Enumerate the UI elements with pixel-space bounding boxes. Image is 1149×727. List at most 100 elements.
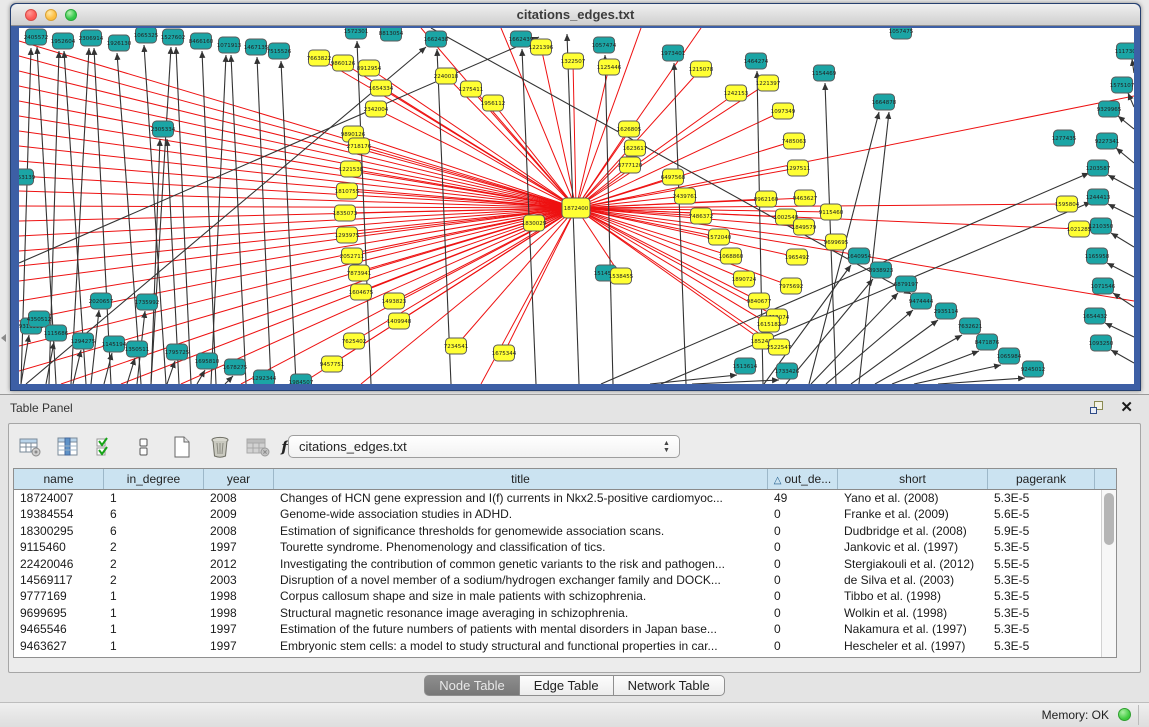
cell-pagerank: 5.3E-5 bbox=[988, 605, 1095, 621]
scrollbar-thumb[interactable] bbox=[1104, 493, 1114, 545]
window-titlebar[interactable]: citations_edges.txt bbox=[11, 4, 1140, 26]
graph-node-label: 1057474 bbox=[592, 43, 617, 49]
delete-button[interactable] bbox=[207, 435, 233, 459]
graph-node-label: 1071546 bbox=[1091, 284, 1116, 290]
column-header-name[interactable]: name bbox=[14, 469, 104, 489]
cell-short: Wolkin et al. (1998) bbox=[838, 605, 988, 621]
cell-in_degree: 6 bbox=[104, 523, 204, 539]
cell-title: Estimation of significance thresholds fo… bbox=[274, 523, 768, 539]
column-header-out_degree[interactable]: △out_de... bbox=[768, 469, 838, 489]
table-row[interactable]: 1830029562008Estimation of significance … bbox=[14, 523, 1101, 539]
graph-node-label: 7625402 bbox=[342, 339, 367, 345]
table-row[interactable]: 946554611997Estimation of the future num… bbox=[14, 621, 1101, 637]
graph-node-label: 2718176 bbox=[347, 144, 372, 150]
table-settings-button[interactable] bbox=[17, 435, 43, 459]
table-row[interactable]: 1938455462009Genome-wide association stu… bbox=[14, 506, 1101, 522]
table-row[interactable]: 977716911998Corpus callosum shape and si… bbox=[14, 588, 1101, 604]
vertical-scrollbar[interactable] bbox=[1101, 490, 1116, 657]
cell-short: Nakamura et al. (1997) bbox=[838, 621, 988, 637]
cell-in_degree: 2 bbox=[104, 572, 204, 588]
graph-node-label: 8912954 bbox=[357, 66, 382, 72]
graph-node-label: 1538455 bbox=[609, 274, 634, 280]
cell-in_degree: 1 bbox=[104, 588, 204, 604]
graph-node-label: 7486372 bbox=[689, 214, 714, 220]
table-panel-header: Table Panel ✕ bbox=[0, 395, 1149, 421]
table-row[interactable]: 969969511998Structural magnetic resonanc… bbox=[14, 605, 1101, 621]
cell-year: 1997 bbox=[204, 638, 274, 654]
table-row[interactable]: 2242004622012Investigating the contribut… bbox=[14, 556, 1101, 572]
graph-node-label: 1293975 bbox=[335, 233, 360, 239]
graph-node-label: 9890126 bbox=[341, 132, 366, 138]
graph-node-label: 1956112 bbox=[481, 101, 506, 107]
table-body: 1872400712008Changes of HCN gene express… bbox=[14, 490, 1101, 657]
table-dropdown-value: citations_edges.txt bbox=[299, 439, 407, 454]
show-column-button[interactable] bbox=[55, 435, 81, 459]
column-header-year[interactable]: year bbox=[204, 469, 274, 489]
table-dropdown[interactable]: citations_edges.txt ▲▼ bbox=[288, 435, 680, 458]
cell-year: 2008 bbox=[204, 490, 274, 506]
graph-node-label: 2405572 bbox=[24, 35, 49, 41]
graph-node-label: 1849579 bbox=[792, 225, 817, 231]
column-header-pagerank[interactable]: pagerank bbox=[988, 469, 1095, 489]
tab-edge-table[interactable]: Edge Table bbox=[520, 675, 614, 696]
graph-node-label: 9860126 bbox=[331, 61, 356, 67]
graph-node-label: 1604675 bbox=[349, 290, 374, 296]
cell-name: 9465546 bbox=[14, 621, 104, 637]
cell-in_degree: 2 bbox=[104, 539, 204, 555]
column-header-in_degree[interactable]: in_degree bbox=[104, 469, 204, 489]
cell-name: 9777169 bbox=[14, 588, 104, 604]
graph-node-label: 1292344 bbox=[252, 376, 277, 382]
status-bar: Memory: OK bbox=[0, 702, 1149, 727]
table-row[interactable]: 1872400712008Changes of HCN gene express… bbox=[14, 490, 1101, 506]
graph-node-label: 1623617 bbox=[623, 146, 648, 152]
select-rows-button[interactable] bbox=[93, 435, 119, 459]
graph-node-label: 1071913 bbox=[217, 43, 242, 49]
graph-node-label: 1297511 bbox=[786, 166, 811, 172]
graph-node-label: 1350511 bbox=[125, 347, 150, 353]
cell-out_degree: 0 bbox=[768, 588, 838, 604]
application: citations_edges.txt 18724002405572195260… bbox=[0, 0, 1149, 727]
cell-in_degree: 1 bbox=[104, 605, 204, 621]
table-header-row: namein_degreeyeartitle△out_de...shortpag… bbox=[14, 469, 1116, 490]
column-header-title[interactable]: title bbox=[274, 469, 768, 489]
graph-node-label: 9474444 bbox=[909, 299, 934, 305]
graph-node-label: 8962160 bbox=[754, 197, 779, 203]
table-row[interactable]: 1456911722003Disruption of a novel membe… bbox=[14, 572, 1101, 588]
cell-pagerank: 5.5E-5 bbox=[988, 556, 1095, 572]
graph-node-label: 9463627 bbox=[793, 196, 818, 202]
graph-node-label: 1662439 bbox=[509, 37, 534, 43]
table-row[interactable]: 946362711997Embryonic stem cells: a mode… bbox=[14, 638, 1101, 654]
graph-node-label: 1021285 bbox=[1067, 227, 1092, 233]
graph-node-label: 1221397 bbox=[756, 81, 781, 87]
cell-pagerank: 5.6E-5 bbox=[988, 506, 1095, 522]
graph-node-label: 1890724 bbox=[732, 277, 757, 283]
cell-name: 22420046 bbox=[14, 556, 104, 572]
close-panel-icon[interactable]: ✕ bbox=[1120, 398, 1133, 416]
column-header-short[interactable]: short bbox=[838, 469, 988, 489]
cell-year: 1997 bbox=[204, 539, 274, 555]
graph-node-label: 1097349 bbox=[771, 109, 796, 115]
cell-in_degree: 1 bbox=[104, 490, 204, 506]
cell-pagerank: 5.3E-5 bbox=[988, 572, 1095, 588]
network-canvas[interactable]: 1872400240557219526042306914192613010653… bbox=[19, 28, 1134, 384]
float-panel-icon[interactable] bbox=[1089, 400, 1105, 416]
memory-status-label: Memory: OK bbox=[1042, 708, 1109, 722]
graph-node-label: 1145194 bbox=[102, 342, 127, 348]
graph-node-label: 1277435 bbox=[1052, 136, 1077, 142]
graph-node-label: 1973401 bbox=[661, 51, 686, 57]
tab-node-table[interactable]: Node Table bbox=[424, 675, 520, 696]
panel-collapse-arrow-icon[interactable] bbox=[1, 334, 6, 342]
tab-network-table[interactable]: Network Table bbox=[614, 675, 725, 696]
cell-title: Structural magnetic resonance image aver… bbox=[274, 605, 768, 621]
graph-node-label: 7632621 bbox=[958, 324, 983, 330]
new-table-button[interactable] bbox=[169, 435, 195, 459]
cell-title: Investigating the contribution of common… bbox=[274, 556, 768, 572]
table-tabs: Node Table Edge Table Network Table bbox=[0, 675, 1149, 696]
table-row[interactable]: 911546021997Tourette syndrome. Phenomeno… bbox=[14, 539, 1101, 555]
node-table: namein_degreeyeartitle△out_de...shortpag… bbox=[13, 468, 1117, 658]
delete-table-button-disabled[interactable] bbox=[245, 435, 271, 459]
graph-node-label: 3777120 bbox=[618, 163, 643, 169]
cell-out_degree: 0 bbox=[768, 506, 838, 522]
row-height-button[interactable] bbox=[131, 435, 157, 459]
graph-node-label: 1203587 bbox=[1086, 166, 1111, 172]
